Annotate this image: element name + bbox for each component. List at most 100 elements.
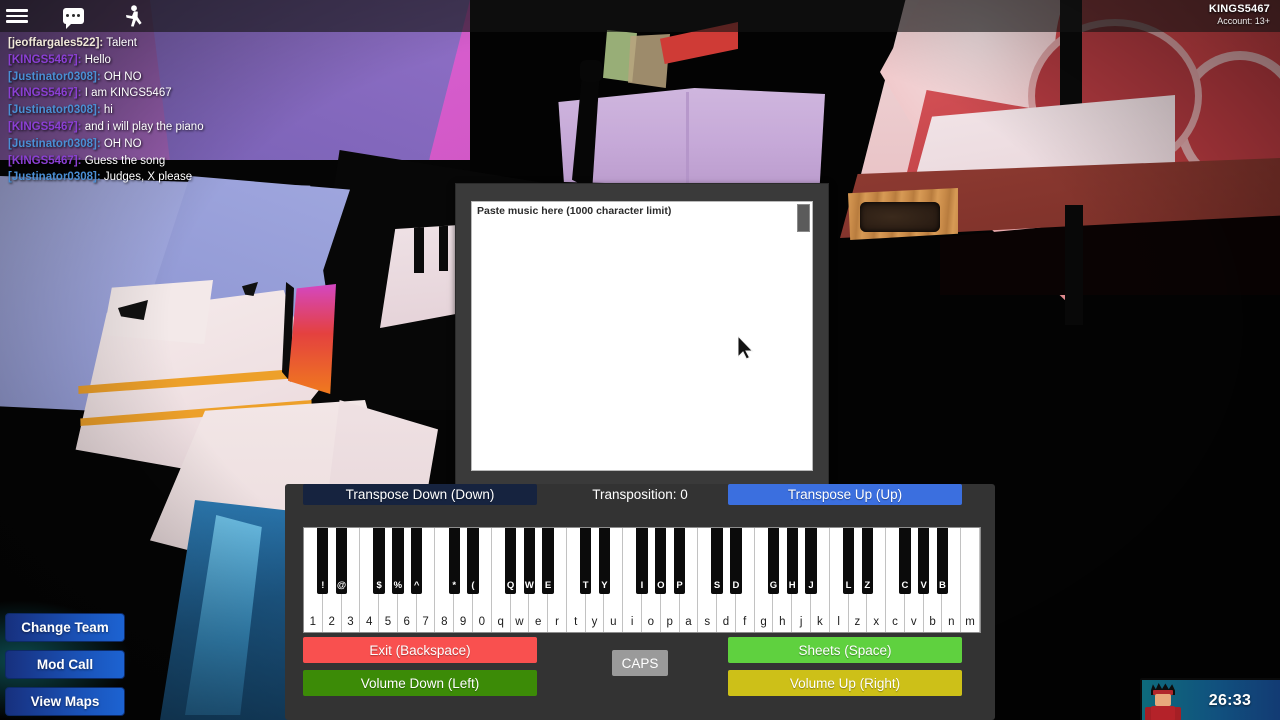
piano-black-key[interactable]: @ [335, 528, 348, 594]
piano-key-label: 2 [328, 616, 335, 628]
account-username: KINGS5467 [1208, 3, 1270, 15]
piano-key-label: s [704, 616, 711, 628]
chat-message: [KINGS5467]: and i will play the piano [8, 119, 428, 136]
piano-key-label: e [535, 616, 542, 628]
piano-black-key[interactable]: ! [317, 528, 329, 594]
piano-black-key[interactable]: ^ [411, 528, 423, 594]
piano-black-key[interactable]: O [655, 528, 667, 594]
chat-username: [KINGS5467]: [8, 53, 82, 66]
roblox-top-bar: KINGS5467 Account: 13+ [0, 0, 1280, 32]
music-input-textarea[interactable]: Paste music here (1000 character limit) [471, 201, 813, 471]
piano-key-label: i [630, 616, 634, 628]
person-emote-icon[interactable] [116, 0, 150, 32]
chat-username: [Justinator0308]: [8, 104, 101, 117]
chat-log: [jeoffargales522]: Talent [KINGS5467]: He… [8, 35, 428, 186]
piano-key-label: G [769, 580, 778, 591]
piano-black-key[interactable]: B [936, 528, 949, 594]
chat-message: [KINGS5467]: I am KINGS5467 [8, 85, 428, 102]
piano-key-label: f [743, 616, 747, 628]
piano-black-key[interactable]: $ [373, 528, 385, 594]
piano-key-label: $ [376, 580, 382, 591]
piano-key-label: y [591, 616, 598, 628]
piano-black-key[interactable]: ( [467, 528, 479, 594]
chat-message: [Justinator0308]: hi [8, 102, 428, 119]
team-button[interactable]: View Maps [5, 687, 125, 716]
piano-key-label: h [779, 616, 786, 628]
chat-text: OH NO [100, 70, 142, 83]
piano-key-label: B [938, 580, 946, 591]
piano-black-key[interactable]: J [805, 528, 817, 594]
piano-key-label: u [610, 616, 617, 628]
piano-black-key[interactable]: G [767, 528, 780, 594]
music-input-panel: Paste music here (1000 character limit) [455, 183, 829, 487]
vertical-scrollbar[interactable] [797, 204, 810, 232]
chat-text: Talent [103, 37, 137, 49]
piano-black-key[interactable]: W [523, 528, 535, 594]
piano-key-label: 5 [384, 616, 392, 628]
chat-message: [Justinator0308]: OH NO [8, 136, 428, 153]
piano-key-label: W [524, 580, 534, 591]
piano-key-label: r [555, 616, 559, 628]
piano-key-label: 7 [422, 616, 429, 628]
chat-username: [KINGS5467]: [8, 87, 82, 100]
volume-down-button[interactable]: Volume Down (Left) [303, 670, 537, 696]
piano-key-label: 8 [441, 616, 448, 628]
piano-key-label: E [544, 580, 552, 591]
piano-key-label: z [854, 616, 861, 628]
piano-key-label: O [657, 580, 665, 591]
piano-key-label: c [892, 616, 898, 628]
piano-black-key[interactable]: Z [861, 528, 873, 594]
team-button-group: Change Team Mod Call View Maps [5, 613, 125, 720]
piano-key-label: k [817, 616, 823, 628]
piano-black-key[interactable]: P [673, 528, 686, 594]
chat-text: Hello [81, 53, 111, 66]
team-button[interactable]: Change Team [5, 613, 125, 642]
chat-username: [Justinator0308]: [8, 137, 101, 150]
chat-username: [Justinator0308]: [8, 70, 101, 83]
exit-button[interactable]: Exit (Backspace) [303, 637, 537, 663]
chat-message: [Justinator0308]: OH NO [8, 69, 428, 86]
piano-black-key[interactable]: Q [504, 528, 517, 594]
piano-black-key[interactable]: V [918, 528, 930, 594]
chat-message: [jeoffargales522]: Talent [8, 35, 428, 52]
piano-black-key[interactable]: Y [598, 528, 611, 594]
piano-black-key[interactable]: H [786, 528, 798, 594]
chat-bubble-icon[interactable] [56, 0, 90, 32]
piano-keyboard[interactable]: 1 2 3 4 5 6 7 8 9 0 q w e r t y u i o p a s d f g h j k l z x c v b n m! @ $%… [303, 527, 981, 633]
transpose-down-button[interactable]: Transpose Down (Down) [303, 483, 537, 505]
piano-black-key[interactable]: L [842, 528, 855, 594]
piano-key-label: 1 [309, 616, 317, 628]
piano-white-key[interactable]: m [961, 528, 980, 632]
piano-key-label: o [647, 616, 655, 628]
piano-black-key[interactable]: C [899, 528, 911, 594]
piano-key-label: D [732, 580, 740, 591]
hamburger-menu-icon[interactable] [0, 0, 34, 32]
piano-key-label: ! [321, 580, 325, 591]
piano-key-label: H [788, 580, 796, 591]
sheets-button[interactable]: Sheets (Space) [728, 637, 962, 663]
piano-key-label: a [685, 616, 692, 628]
volume-up-button[interactable]: Volume Up (Right) [728, 670, 962, 696]
piano-key-label: I [640, 580, 644, 591]
transpose-up-button[interactable]: Transpose Up (Up) [728, 483, 962, 505]
piano-key-label: j [799, 616, 803, 628]
piano-key-label: m [965, 616, 975, 628]
caps-button[interactable]: CAPS [612, 650, 668, 676]
piano-key-label: 3 [347, 616, 354, 628]
team-button[interactable]: Mod Call [5, 650, 125, 679]
piano-key-label: ^ [413, 580, 420, 591]
piano-black-key[interactable]: S [711, 528, 723, 594]
piano-black-key[interactable]: D [730, 528, 742, 594]
piano-black-key[interactable]: E [542, 528, 554, 594]
piano-key-label: q [497, 616, 504, 628]
chat-message: [Justinator0308]: Judges, X please [8, 169, 428, 186]
chat-text: I am KINGS5467 [81, 87, 172, 100]
piano-black-key[interactable]: T [580, 528, 592, 594]
chat-username: [jeoffargales522]: [8, 37, 104, 49]
piano-black-key[interactable]: * [448, 528, 460, 594]
piano-key-label: S [713, 580, 721, 591]
piano-key-label: @ [336, 580, 347, 591]
piano-black-key[interactable]: I [636, 528, 648, 594]
chat-text: hi [100, 104, 113, 117]
piano-black-key[interactable]: % [392, 528, 404, 594]
